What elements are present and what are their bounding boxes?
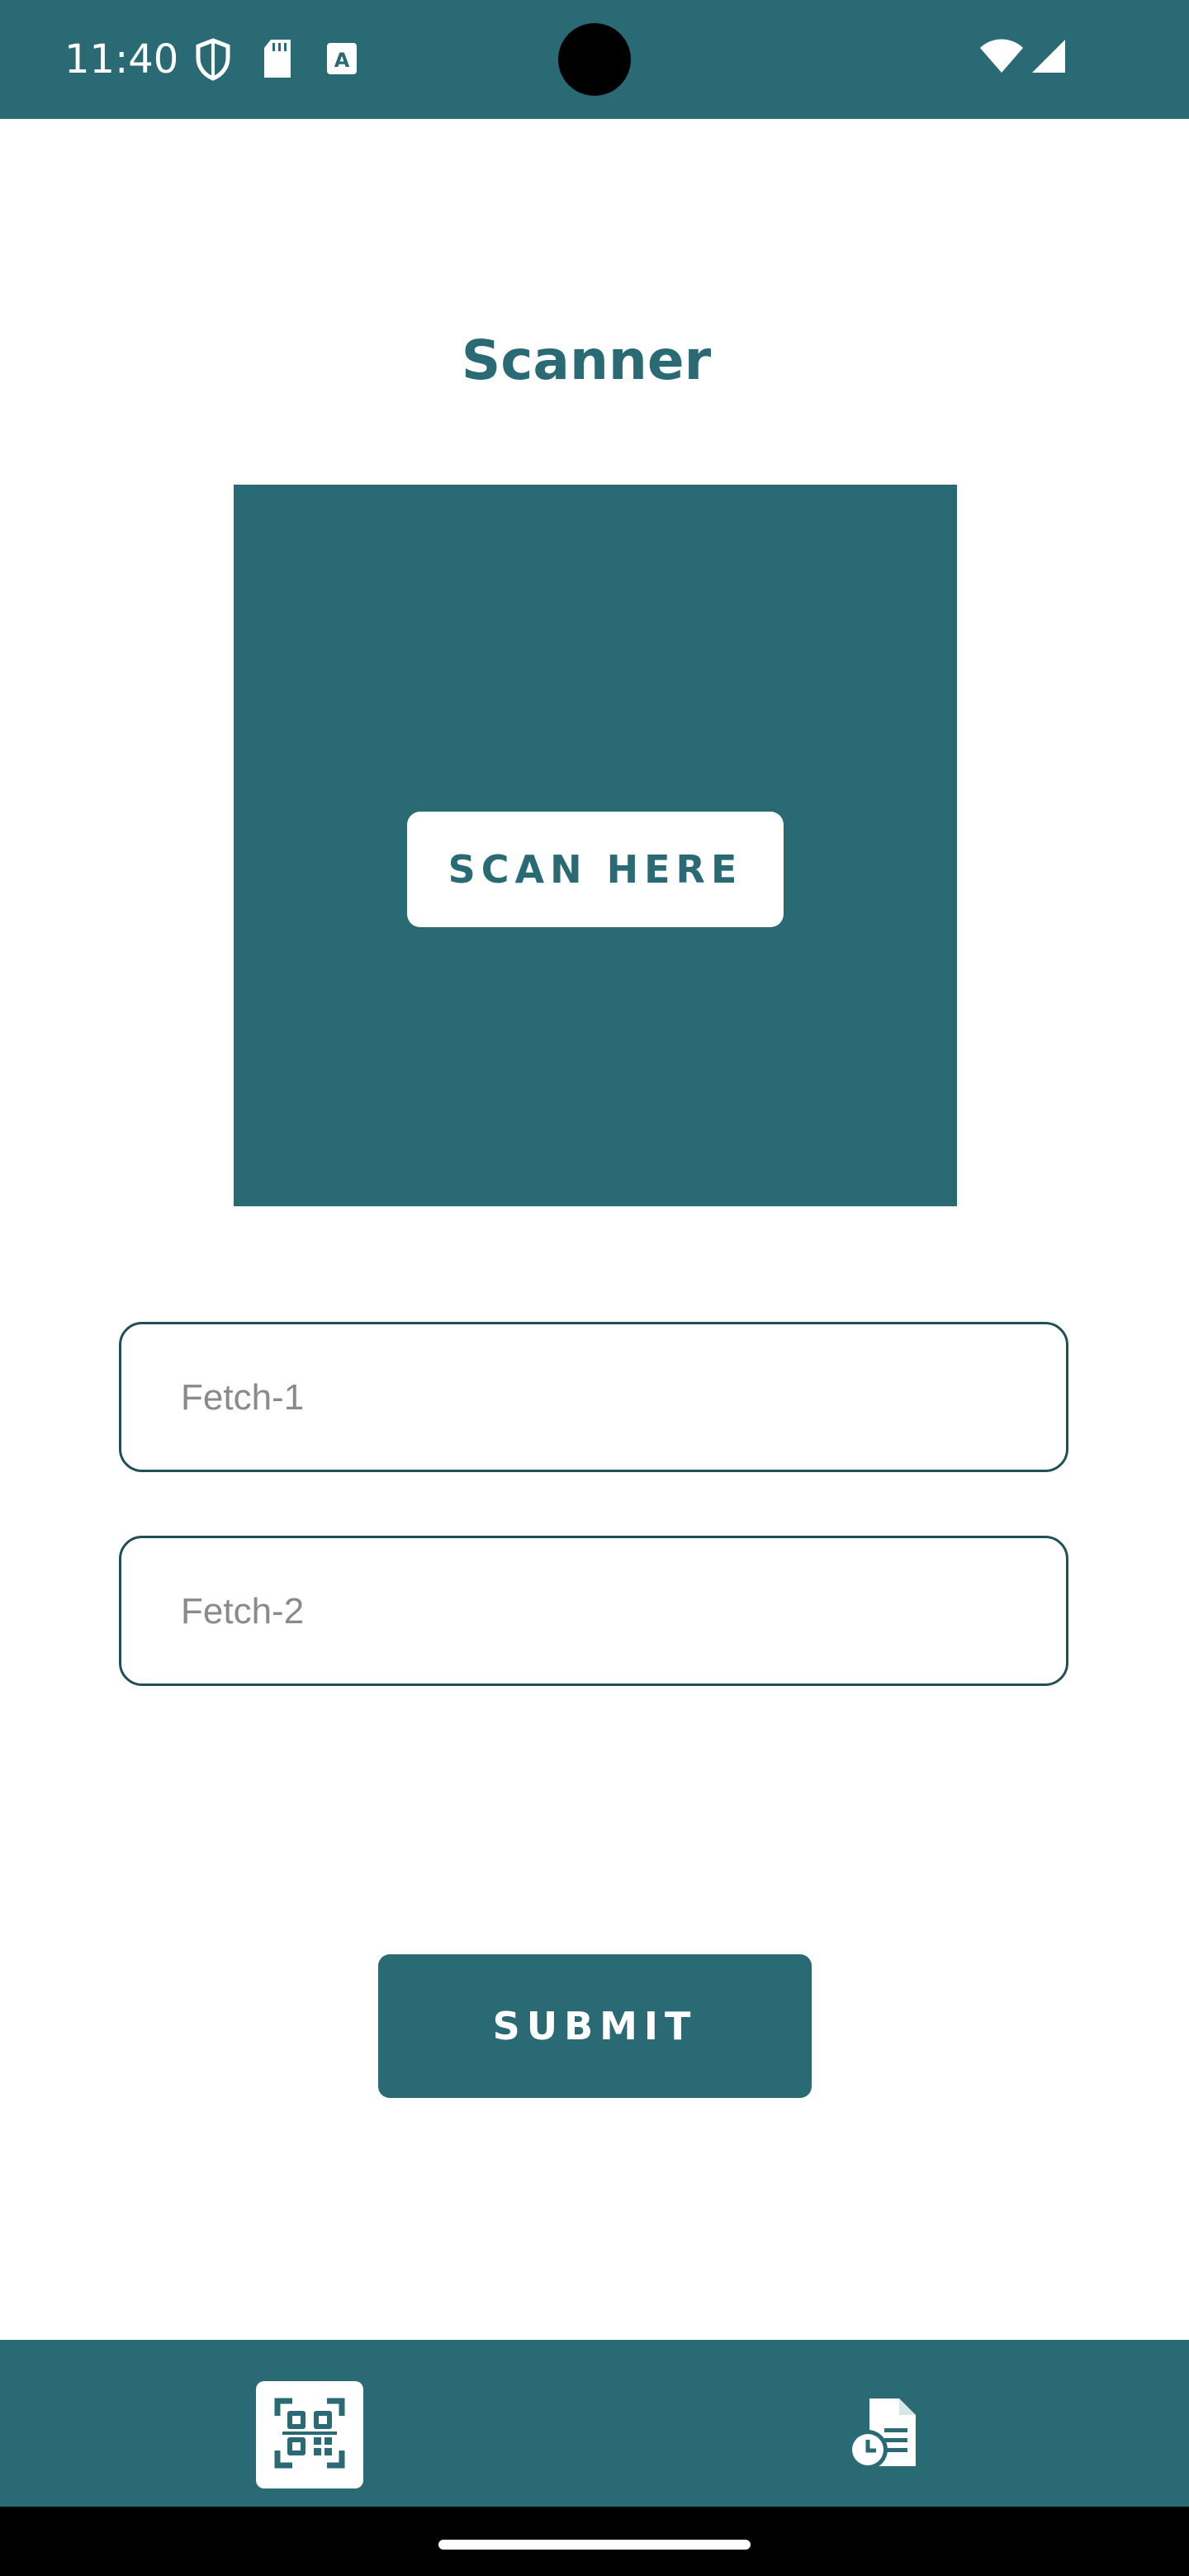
sd-card-icon [261, 38, 294, 81]
fetch-1-input[interactable] [179, 1324, 1008, 1471]
wifi-icon [979, 38, 1024, 81]
home-gesture-handle[interactable] [438, 2540, 751, 2550]
shield-icon [195, 38, 231, 81]
page-title: Scanner [461, 329, 712, 392]
submit-button[interactable]: SUBMIT [378, 1954, 812, 2098]
qr-scan-icon [274, 2398, 345, 2473]
fetch-2-field[interactable] [119, 1536, 1068, 1686]
nav-item-scanner[interactable] [256, 2381, 363, 2488]
scan-here-button[interactable]: SCAN HERE [407, 812, 784, 927]
svg-text:A: A [334, 49, 350, 72]
scanner-area[interactable]: SCAN HERE [234, 485, 957, 1206]
status-time: 11:40 [64, 36, 179, 83]
camera-cutout [558, 23, 631, 96]
fetch-2-input[interactable] [179, 1538, 1008, 1685]
history-document-icon [841, 2394, 921, 2477]
cellular-signal-icon [1030, 38, 1067, 81]
keyboard-a-icon: A [324, 38, 360, 81]
nav-item-history[interactable] [827, 2381, 935, 2488]
system-gesture-bar [0, 2507, 1189, 2576]
status-bar: 11:40 A [0, 0, 1189, 119]
bottom-nav [0, 2340, 1189, 2507]
fetch-1-field[interactable] [119, 1322, 1068, 1472]
